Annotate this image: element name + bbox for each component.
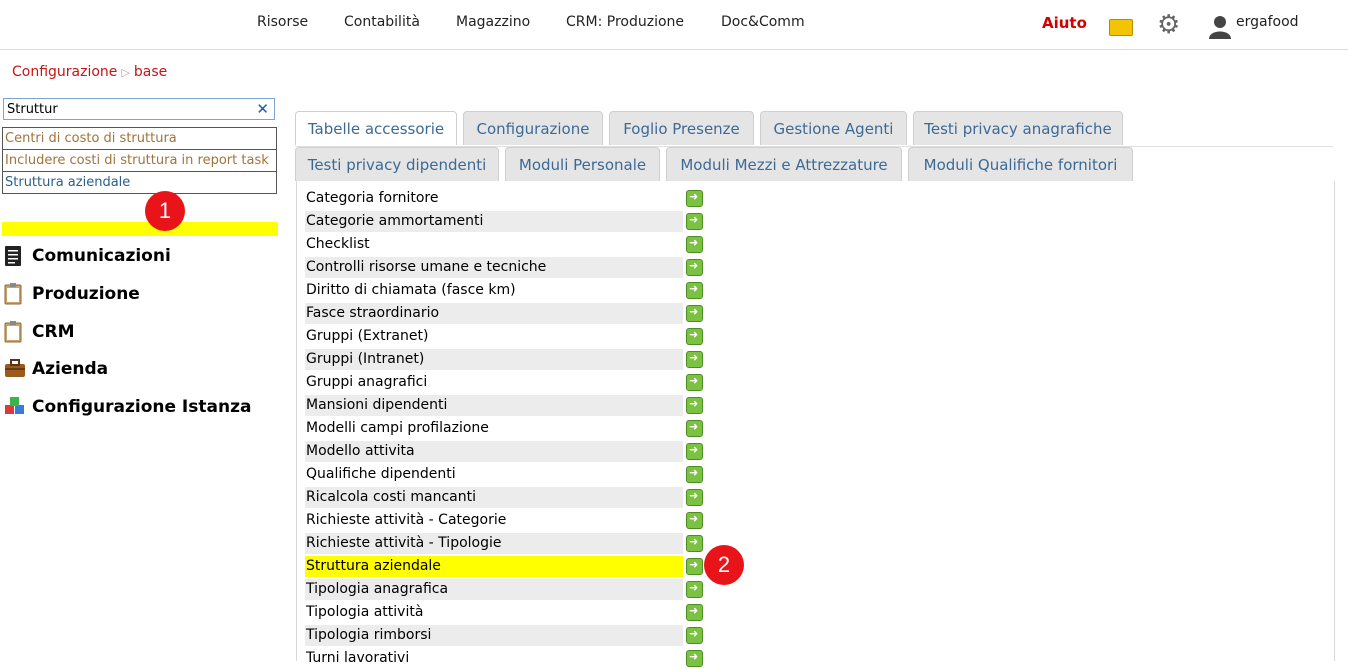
arrow-right-icon[interactable] [686, 512, 703, 529]
tab-testi-privacy-dipendenti[interactable]: Testi privacy dipendenti [295, 147, 499, 181]
nav-doc-comm[interactable]: Doc&Comm [721, 14, 805, 30]
document-icon [4, 245, 24, 267]
user-icon[interactable] [1209, 15, 1231, 39]
tab-divider [295, 146, 1333, 147]
search-box: ✕ [3, 98, 275, 120]
step-badge-2: 2 [704, 545, 744, 585]
nav-crm-produzione[interactable]: CRM: Produzione [566, 14, 684, 30]
arrow-right-icon[interactable] [686, 236, 703, 253]
tab-tabelle-accessorie[interactable]: Tabelle accessorie [295, 111, 457, 145]
arrow-right-icon[interactable] [686, 466, 703, 483]
arrow-right-icon[interactable] [686, 213, 703, 230]
tab-moduli-personale[interactable]: Moduli Personale [505, 147, 660, 181]
menu-item-comunicazioni[interactable]: Comunicazioni [4, 245, 171, 267]
table-row: Categorie ammortamenti [305, 211, 683, 232]
step-badge-1: 1 [145, 191, 185, 231]
menu-label: Configurazione Istanza [32, 397, 252, 417]
table-row: Qualifiche dipendenti [306, 466, 456, 482]
menu-item-risorse-highlight[interactable] [2, 222, 278, 236]
close-icon[interactable]: ✕ [256, 100, 269, 118]
blocks-icon [4, 396, 24, 418]
search-input[interactable] [7, 100, 247, 118]
arrow-right-icon[interactable] [686, 627, 703, 644]
tab-configurazione[interactable]: Configurazione [463, 111, 603, 145]
help-link[interactable]: Aiuto [1042, 14, 1087, 32]
menu-label: Produzione [32, 284, 140, 304]
table-row: Struttura aziendale [305, 556, 683, 577]
suggestion-item[interactable]: Centri di costo di struttura [3, 128, 276, 150]
table-row: Turni lavorativi [306, 650, 410, 666]
table-row: Categoria fornitore [306, 190, 439, 206]
menu-item-crm[interactable]: CRM [4, 321, 74, 343]
tab-foglio-presenze[interactable]: Foglio Presenze [609, 111, 754, 145]
table-row: Ricalcola costi mancanti [305, 487, 683, 508]
table-row: Fasce straordinario [305, 303, 683, 324]
nav-contabilita[interactable]: Contabilità [344, 14, 420, 30]
table-row: Tipologia rimborsi [305, 625, 683, 646]
arrow-right-icon[interactable] [686, 374, 703, 391]
menu-label: Azienda [32, 359, 109, 379]
arrow-right-icon[interactable] [686, 420, 703, 437]
arrow-right-icon[interactable] [686, 328, 703, 345]
arrow-right-icon[interactable] [686, 305, 703, 322]
clipboard-icon [4, 321, 24, 343]
nav-risorse[interactable]: Risorse [257, 14, 308, 30]
top-bar: Risorse Contabilità Magazzino CRM: Produ… [0, 0, 1348, 50]
arrow-right-icon[interactable] [686, 259, 703, 276]
tab-moduli-qualifiche-fornitori[interactable]: Moduli Qualifiche fornitori [908, 147, 1133, 181]
arrow-right-icon[interactable] [686, 443, 703, 460]
menu-item-produzione[interactable]: Produzione [4, 283, 140, 305]
mail-icon[interactable] [1109, 19, 1133, 36]
clipboard-icon [4, 283, 24, 305]
table-row: Mansioni dipendenti [305, 395, 683, 416]
menu-item-configurazione-istanza[interactable]: Configurazione Istanza [4, 396, 251, 418]
arrow-right-icon[interactable] [686, 558, 703, 575]
user-name[interactable]: ergafood [1236, 14, 1299, 30]
table-row: Richieste attività - Tipologie [305, 533, 683, 554]
suggestion-item-selected[interactable]: Struttura aziendale [3, 172, 276, 193]
arrow-right-icon[interactable] [686, 604, 703, 621]
table-row: Controlli risorse umane e tecniche [305, 257, 683, 278]
table-row: Checklist [306, 236, 370, 252]
table-row: Richieste attività - Categorie [306, 512, 507, 528]
tab-gestione-agenti[interactable]: Gestione Agenti [760, 111, 907, 145]
tab-testi-privacy-anagrafiche[interactable]: Testi privacy anagrafiche [913, 111, 1123, 145]
arrow-right-icon[interactable] [686, 351, 703, 368]
menu-label: Comunicazioni [32, 246, 171, 266]
arrow-right-icon[interactable] [686, 282, 703, 299]
breadcrumb: Configurazione ▷ base [12, 64, 167, 80]
table-row: Gruppi (Extranet) [306, 328, 429, 344]
arrow-right-icon[interactable] [686, 397, 703, 414]
table-row: Tipologia anagrafica [305, 579, 683, 600]
breadcrumb-root[interactable]: Configurazione [12, 64, 117, 80]
breadcrumb-separator-icon: ▷ [121, 66, 130, 79]
table-row: Modello attivita [305, 441, 683, 462]
arrow-right-icon[interactable] [686, 489, 703, 506]
menu-label: CRM [32, 322, 75, 342]
nav-magazzino[interactable]: Magazzino [456, 14, 530, 30]
table-row: Diritto di chiamata (fasce km) [306, 282, 516, 298]
search-suggestions: Centri di costo di struttura Includere c… [2, 127, 277, 194]
breadcrumb-current[interactable]: base [134, 64, 167, 80]
table-row: Gruppi anagrafici [306, 374, 428, 390]
tab-moduli-mezzi-attrezzature[interactable]: Moduli Mezzi e Attrezzature [666, 147, 902, 181]
gear-icon[interactable]: ⚙ [1157, 12, 1180, 38]
table-row: Gruppi (Intranet) [305, 349, 683, 370]
briefcase-icon [4, 358, 25, 380]
arrow-right-icon[interactable] [686, 190, 703, 207]
arrow-right-icon[interactable] [686, 650, 703, 667]
table-row: Modelli campi profilazione [306, 420, 489, 436]
suggestion-item[interactable]: Includere costi di struttura in report t… [3, 150, 276, 172]
arrow-right-icon[interactable] [686, 535, 703, 552]
table-row: Tipologia attività [306, 604, 424, 620]
menu-item-azienda[interactable]: Azienda [4, 358, 108, 380]
arrow-right-icon[interactable] [686, 581, 703, 598]
